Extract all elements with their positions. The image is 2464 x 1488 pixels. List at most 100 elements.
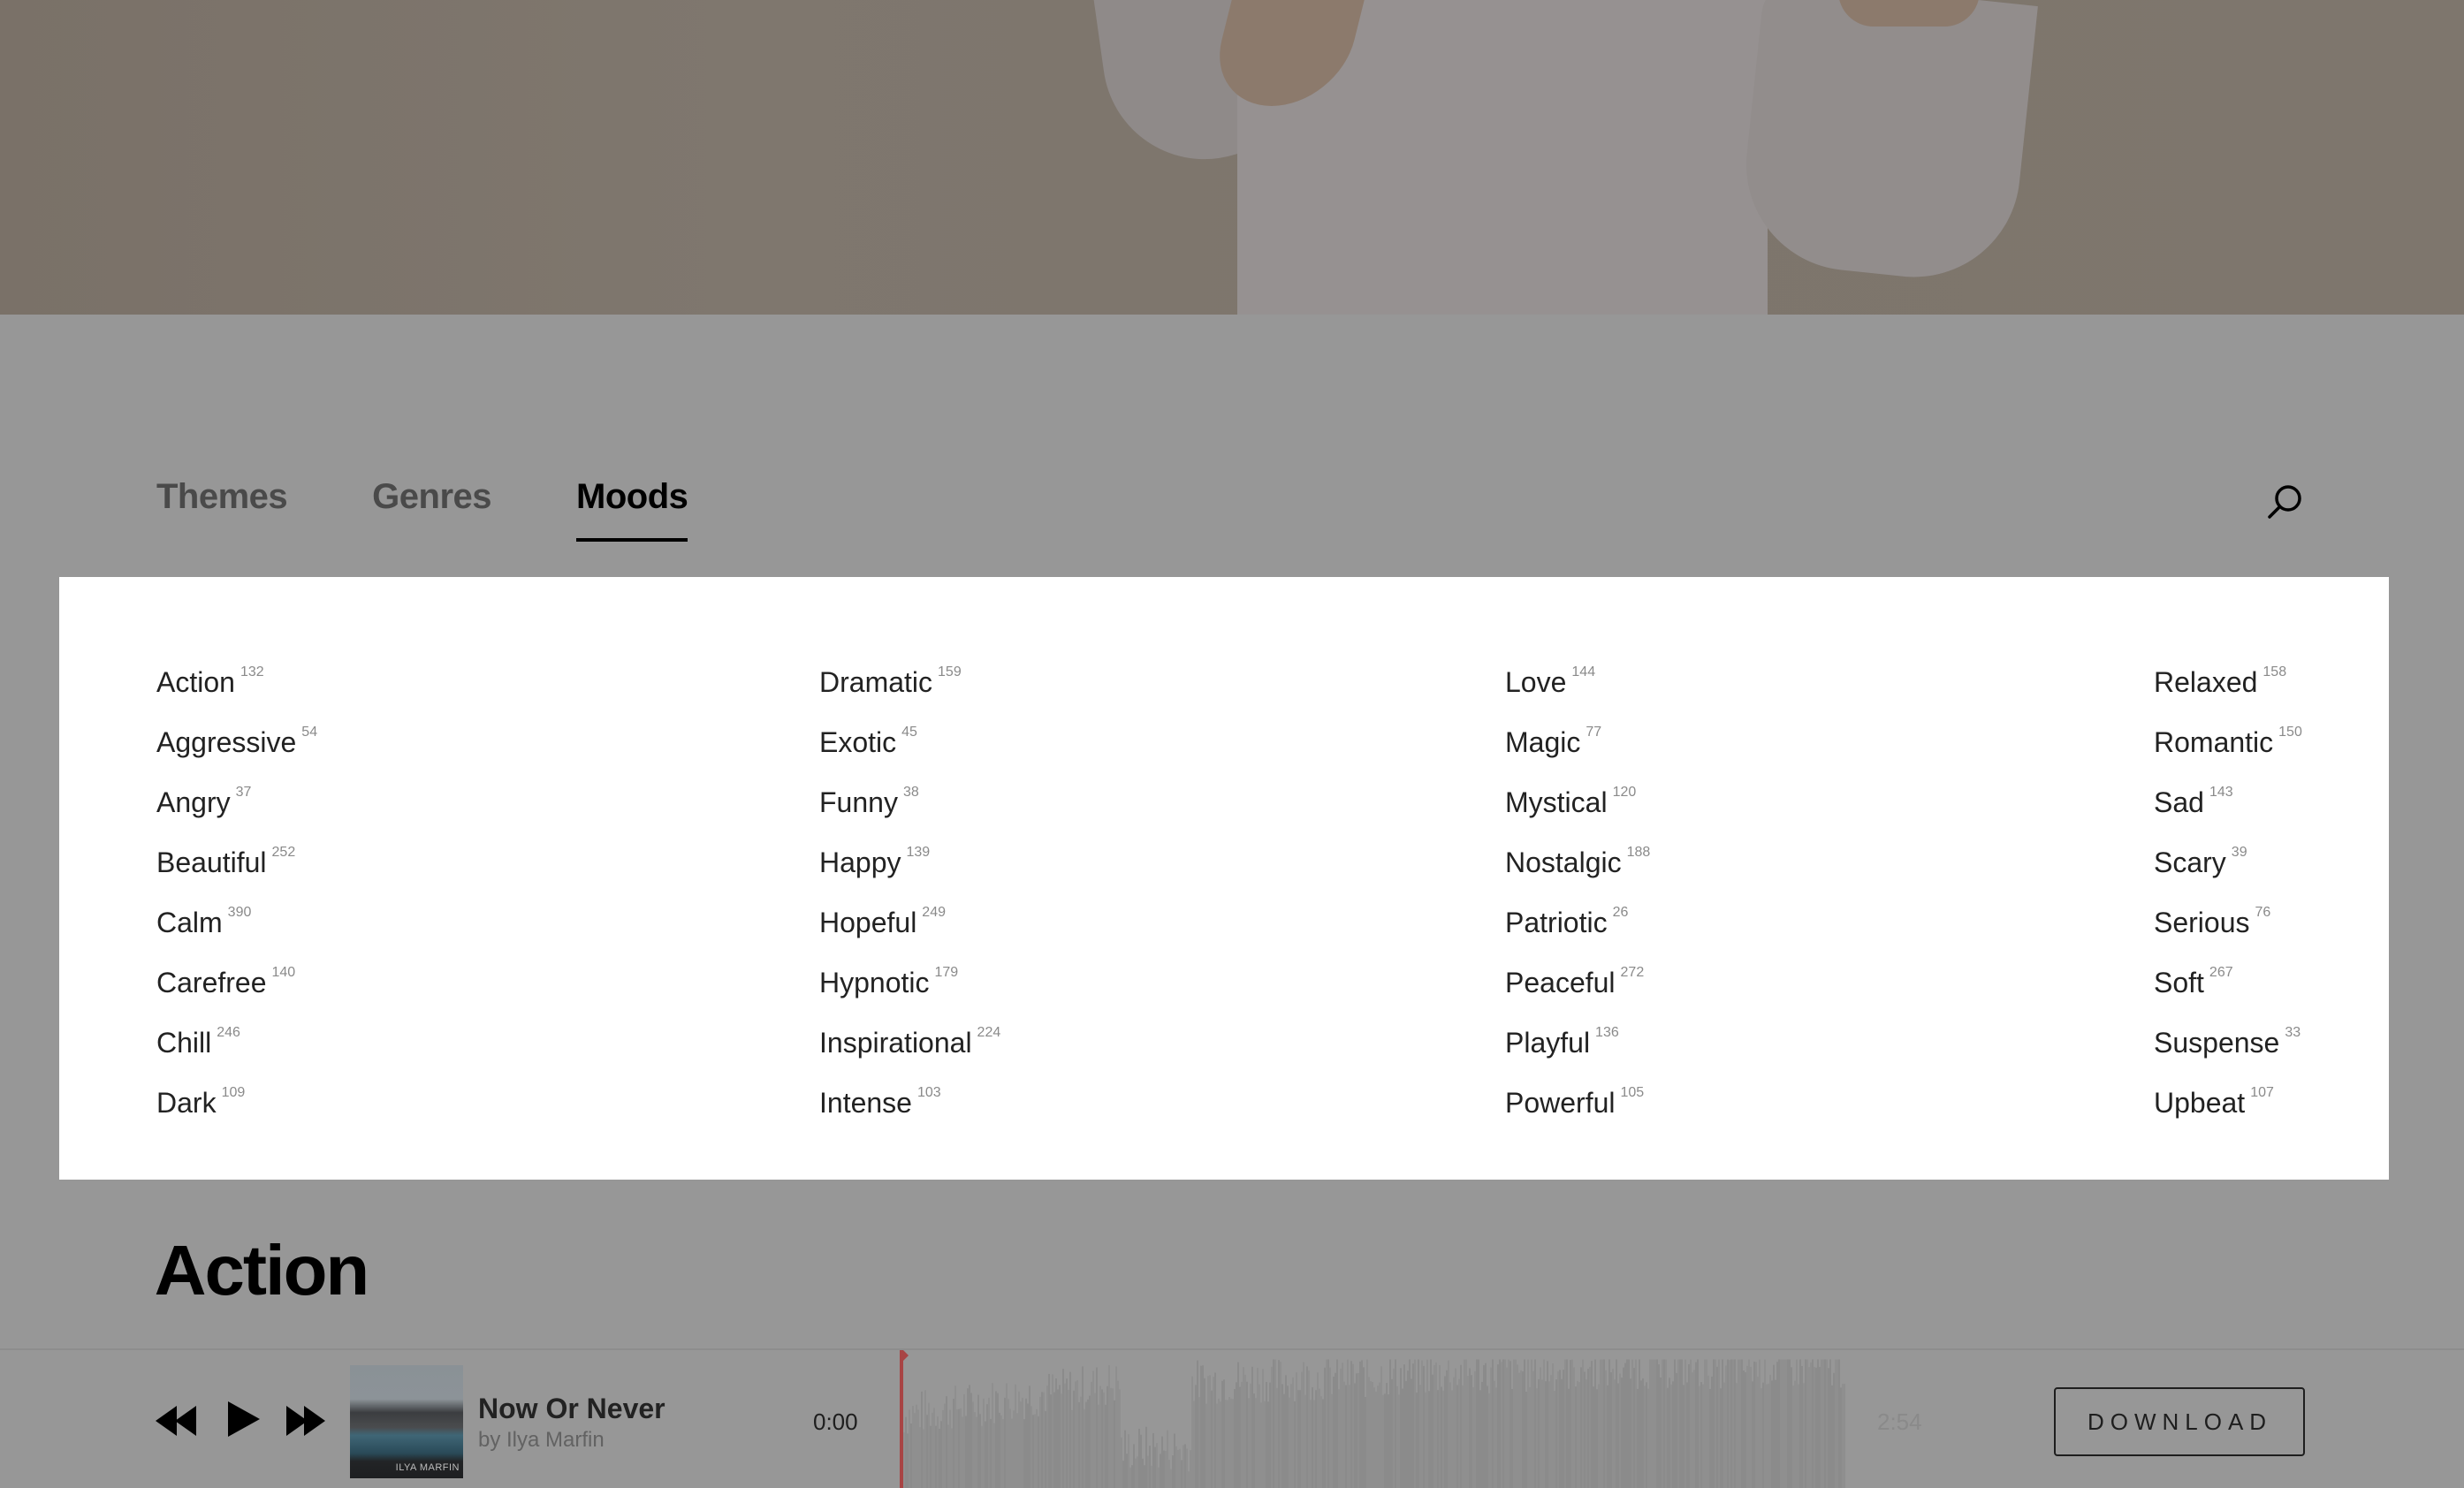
hero-image [0, 0, 2464, 315]
mood-label: Action [156, 666, 235, 698]
mood-count: 107 [2250, 1085, 2274, 1100]
mood-count: 390 [228, 905, 252, 920]
album-cover[interactable]: ILYA MARFIN [350, 1365, 463, 1478]
mood-count: 103 [917, 1085, 941, 1100]
mood-item[interactable]: Soft267 [2154, 953, 2302, 1014]
mood-count: 76 [2255, 905, 2271, 920]
mood-item[interactable]: Peaceful 272 [1505, 953, 1650, 1014]
mood-item[interactable]: Chill 246 [156, 1014, 317, 1074]
mood-label: Beautiful [156, 846, 267, 878]
category-tabs: Themes Genres Moods [156, 477, 772, 542]
mood-count: 144 [1571, 664, 1595, 679]
mood-item[interactable]: Suspense33 [2154, 1014, 2302, 1074]
mood-label: Intense [819, 1087, 912, 1119]
moods-column-2: Dramatic159Exotic45Funny38Happy139Hopefu… [819, 653, 1000, 1134]
hero-arm-right [1736, 0, 2038, 287]
mood-item[interactable]: Powerful105 [1505, 1074, 1650, 1134]
mood-count: 158 [2262, 664, 2286, 679]
track-artist[interactable]: by Ilya Marfin [478, 1428, 605, 1453]
moods-panel: Action 132 Aggressive54 Angry 37 Beautiful 252… [59, 577, 2389, 1180]
mood-label: Sad [2154, 786, 2204, 818]
search-icon [2262, 482, 2307, 526]
download-button[interactable]: DOWNLOAD [2054, 1387, 2305, 1456]
fast-forward-button[interactable] [285, 1406, 329, 1440]
mood-label: Chill [156, 1027, 211, 1059]
mood-count: 136 [1595, 1025, 1619, 1040]
mood-item[interactable]: Nostalgic188 [1505, 833, 1650, 893]
waveform-seekbar[interactable] [900, 1350, 1854, 1488]
mood-label: Suspense [2154, 1027, 2279, 1059]
playhead-handle[interactable] [900, 1350, 909, 1363]
mood-count: 246 [217, 1025, 240, 1040]
mood-item[interactable]: Hopeful249 [819, 893, 1000, 953]
mood-item[interactable]: Playful 136 [1505, 1014, 1650, 1074]
mood-label: Love [1505, 666, 1566, 698]
mood-item[interactable]: Dramatic 159 [819, 653, 1000, 713]
moods-column-3: Love 144 Magic77Mystical120Nostalgic188Pat… [1505, 653, 1650, 1134]
play-icon [226, 1401, 262, 1437]
mood-count: 37 [236, 785, 252, 800]
mood-item[interactable]: Hypnotic179 [819, 953, 1000, 1014]
mood-label: Mystical [1505, 786, 1608, 818]
mood-item[interactable]: Magic77 [1505, 713, 1650, 773]
mood-count: 150 [2278, 725, 2302, 740]
mood-label: Calm [156, 907, 223, 938]
tab-moods[interactable]: Moods [576, 477, 688, 542]
mood-item[interactable]: Love 144 [1505, 653, 1650, 713]
rewind-button[interactable] [156, 1406, 200, 1440]
mood-count: 54 [301, 725, 317, 740]
search-button[interactable] [2262, 482, 2307, 526]
mood-item[interactable]: Happy139 [819, 833, 1000, 893]
mood-count: 39 [2232, 845, 2247, 860]
mood-item[interactable]: Mystical120 [1505, 773, 1650, 833]
mood-item[interactable]: Carefree140 [156, 953, 317, 1014]
mood-item[interactable]: Patriotic26 [1505, 893, 1650, 953]
mood-label: Exotic [819, 726, 896, 758]
mood-item[interactable]: Calm 390 [156, 893, 317, 953]
section-title: Action [155, 1230, 369, 1311]
mood-count: 139 [907, 845, 931, 860]
play-button[interactable] [226, 1401, 262, 1441]
mood-item[interactable]: Scary39 [2154, 833, 2302, 893]
mood-count: 272 [1621, 965, 1645, 980]
mood-item[interactable]: Angry 37 [156, 773, 317, 833]
mood-count: 224 [977, 1025, 1001, 1040]
mood-item[interactable]: Exotic45 [819, 713, 1000, 773]
mood-label: Playful [1505, 1027, 1590, 1059]
mood-count: 252 [272, 845, 296, 860]
mood-label: Relaxed [2154, 666, 2257, 698]
rewind-icon [156, 1406, 200, 1436]
mood-count: 132 [240, 664, 264, 679]
waveform-bars [901, 1360, 1845, 1488]
mood-item[interactable]: Intense 103 [819, 1074, 1000, 1134]
mood-count: 38 [903, 785, 919, 800]
track-title[interactable]: Now Or Never [478, 1393, 665, 1425]
tab-genres[interactable]: Genres [372, 477, 491, 542]
mood-count: 140 [272, 965, 296, 980]
mood-item[interactable]: Aggressive54 [156, 713, 317, 773]
mood-label: Angry [156, 786, 231, 818]
mood-count: 179 [935, 965, 959, 980]
mood-item[interactable]: Relaxed 158 [2154, 653, 2302, 713]
mood-item[interactable]: Beautiful 252 [156, 833, 317, 893]
mood-label: Dramatic [819, 666, 932, 698]
mood-label: Romantic [2154, 726, 2273, 758]
mood-item[interactable]: Action 132 [156, 653, 317, 713]
time-total: 2:54 [1877, 1408, 1922, 1436]
mood-item[interactable]: Upbeat107 [2154, 1074, 2302, 1134]
mood-label: Funny [819, 786, 898, 818]
mood-label: Hopeful [819, 907, 916, 938]
album-cover-label: ILYA MARFIN [396, 1462, 460, 1473]
mood-item[interactable]: Dark109 [156, 1074, 317, 1134]
mood-item[interactable]: Romantic 150 [2154, 713, 2302, 773]
playhead-line[interactable] [900, 1355, 903, 1488]
mood-item[interactable]: Inspirational224 [819, 1014, 1000, 1074]
mood-item[interactable]: Sad143 [2154, 773, 2302, 833]
mood-item[interactable]: Funny 38 [819, 773, 1000, 833]
mood-label: Peaceful [1505, 967, 1616, 998]
tab-themes[interactable]: Themes [156, 477, 287, 542]
mood-label: Powerful [1505, 1087, 1616, 1119]
mood-count: 159 [938, 664, 962, 679]
mood-item[interactable]: Serious76 [2154, 893, 2302, 953]
mood-count: 109 [222, 1085, 246, 1100]
